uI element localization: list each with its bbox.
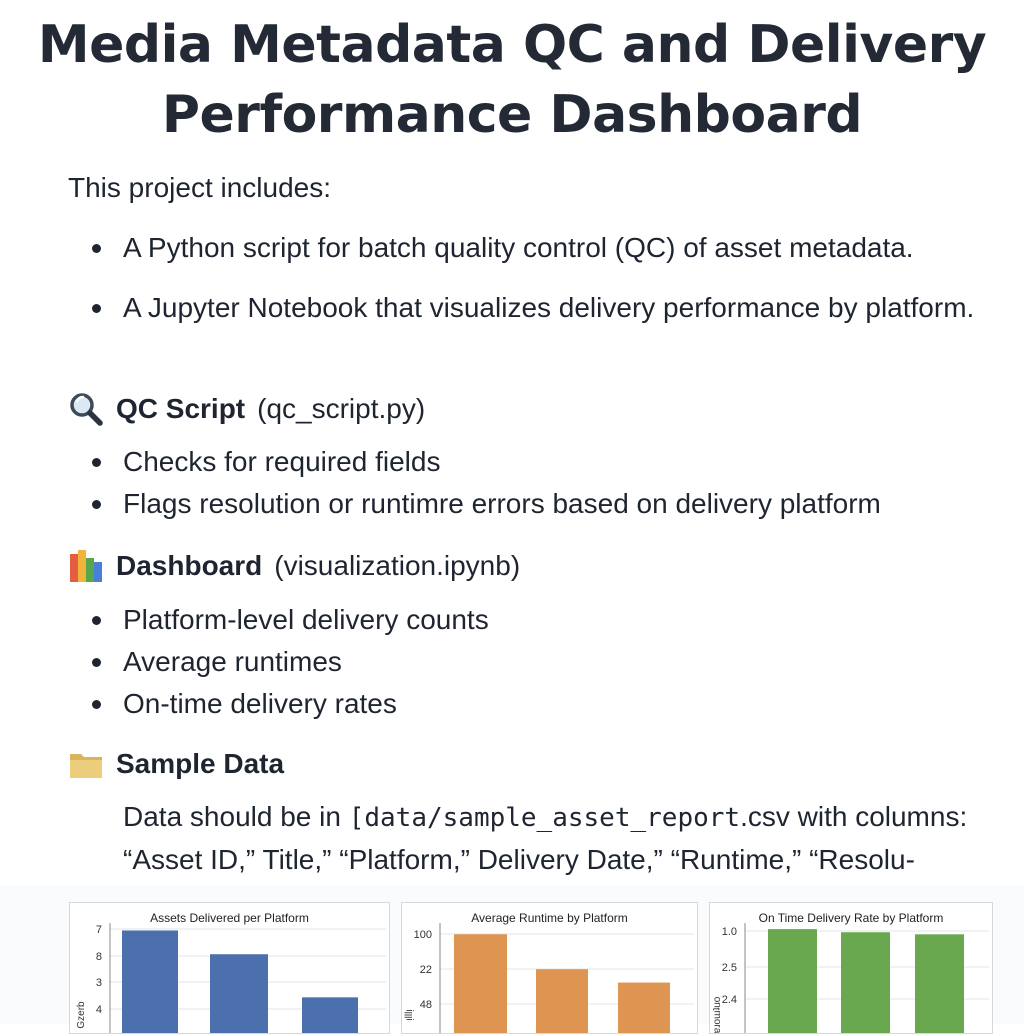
average-runtime-chart: Average Runtime by Platform 100 22 48 ᴉlllᴉ — [404, 911, 694, 1033]
y-tick-label: 2.4 — [722, 994, 737, 1006]
y-tick-label: 4 — [96, 1004, 102, 1016]
bar — [618, 982, 670, 1033]
list-item: Checks for required fields — [92, 441, 992, 483]
qc-section-title: QC Script — [116, 393, 246, 424]
dashboard-list: Platform-level delivery counts Average r… — [92, 599, 992, 725]
chart-title: On Time Delivery Rate by Platform — [759, 911, 944, 925]
bar — [768, 929, 817, 1033]
dashboard-section-file: (visualization.ipynb) — [274, 550, 521, 581]
on-time-rate-chart: On Time Delivery Rate by Platform 1.0 2.5 2… — [712, 911, 989, 1033]
y-axis-label: ᴉlllᴉ — [404, 1009, 415, 1020]
y-tick-label: 100 — [414, 929, 432, 941]
y-axis-label: Gzerb — [76, 1001, 87, 1029]
chart-title: Average Runtime by Platform — [471, 911, 628, 925]
overview-list: A Python script for batch quality contro… — [92, 227, 982, 329]
sample-section-heading: Sample Data — [68, 744, 296, 784]
list-item: Platform-level delivery counts — [92, 599, 992, 641]
y-axis-label: ɐɹoɯʇuo — [712, 996, 723, 1033]
y-tick-label: 48 — [420, 999, 432, 1011]
bar — [841, 932, 890, 1033]
sample-data-description: Data should be in [data/sample_asset_rep… — [123, 796, 1003, 881]
y-tick-label: 1.0 — [722, 926, 737, 938]
bar-chart-icon — [68, 548, 104, 584]
y-tick-label: 7 — [96, 924, 102, 936]
qc-section-heading: QC Script (qc_script.py) — [68, 389, 425, 429]
dashboard-section-title: Dashboard — [116, 550, 263, 581]
page-title: Media Metadata QC and Delivery Performan… — [37, 15, 987, 145]
list-item: Average runtimes — [92, 641, 992, 683]
list-item: On-time delivery rates — [92, 683, 992, 725]
bar — [210, 954, 268, 1033]
sample-file-path: [data/sample_asset_report — [348, 803, 741, 833]
sample-section-title: Sample Data — [116, 748, 285, 779]
dashboard-section-heading: Dashboard (visualization.ipynb) — [68, 546, 520, 586]
y-tick-label: 2.5 — [722, 962, 737, 974]
bar — [536, 969, 588, 1033]
chart-panel-ontime: On Time Delivery Rate by Platform 1.0 2.5 2… — [709, 902, 993, 1034]
bar — [122, 930, 178, 1033]
folder-icon — [68, 746, 104, 782]
y-tick-label: 3 — [96, 977, 102, 989]
chart-panel-runtime: Average Runtime by Platform 100 22 48 ᴉlllᴉ — [401, 902, 698, 1034]
chart-title: Assets Delivered per Platform — [150, 911, 309, 925]
qc-list: Checks for required fields Flags resolut… — [92, 441, 992, 525]
list-item: A Jupyter Notebook that visualizes deliv… — [92, 287, 982, 329]
chart-panel-assets: Assets Delivered per Platform 7 8 3 4 Gzerb — [69, 902, 390, 1034]
bar — [302, 997, 358, 1033]
list-item: A Python script for batch quality contro… — [92, 227, 982, 269]
y-tick-label: 22 — [420, 964, 432, 976]
y-tick-label: 8 — [96, 951, 102, 963]
magnifying-glass-icon — [68, 391, 104, 427]
assets-delivered-chart: Assets Delivered per Platform 7 8 3 4 Gzerb — [76, 911, 386, 1033]
bar — [915, 934, 964, 1033]
bar — [454, 934, 507, 1033]
list-item: Flags resolution or runtimre errors base… — [92, 483, 992, 525]
sample-text-before: Data should be in — [123, 801, 349, 832]
intro-text: This project includes: — [68, 172, 332, 203]
qc-section-file: (qc_script.py) — [257, 393, 426, 424]
